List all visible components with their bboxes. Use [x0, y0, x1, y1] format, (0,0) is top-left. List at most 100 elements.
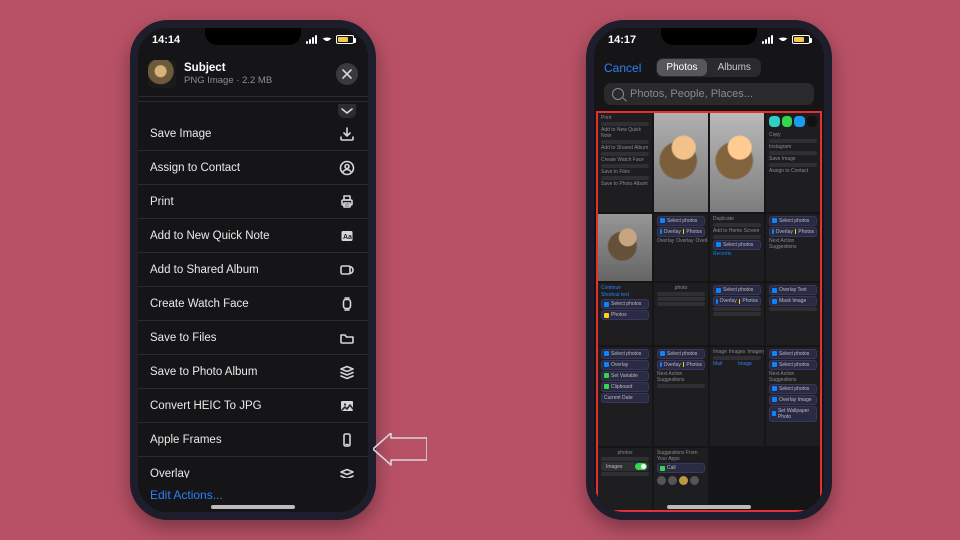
screenshot-thumb[interactable]: Copy Instagram Save Image Assign to Cont…	[766, 113, 820, 212]
screenshot-thumb[interactable]: photos Images	[598, 448, 652, 510]
share-sheet-header: Subject PNG Image · 2.2 MB	[138, 56, 368, 97]
phone-icon	[338, 432, 356, 448]
sheet-subtitle: PNG Image · 2.2 MB	[184, 75, 272, 86]
action-label: Overlay	[150, 468, 190, 479]
app-icon	[782, 116, 793, 127]
dog-photo-thumb[interactable]	[710, 113, 764, 212]
side-button	[831, 148, 832, 203]
action-overlay[interactable]: Overlay	[138, 457, 368, 478]
mute-switch	[586, 123, 587, 145]
action-assign-contact[interactable]: Assign to Contact	[138, 151, 368, 185]
close-button[interactable]	[336, 63, 358, 85]
home-indicator	[211, 505, 295, 509]
quicknote-icon: Aa	[338, 228, 356, 244]
action-shared-album[interactable]: Add to Shared Album	[138, 253, 368, 287]
screenshot-thumb[interactable]: Select photos OverlayPhotos	[710, 283, 764, 345]
status-icons	[762, 34, 810, 44]
signal-icon	[762, 34, 774, 44]
volume-down	[130, 200, 131, 235]
watch-icon	[338, 296, 356, 312]
phone-frame-right: 14:17 Cancel Photos Albums Photos, Peopl…	[586, 20, 832, 520]
dog-photo-thumb[interactable]	[598, 214, 652, 282]
picker-header: Cancel Photos Albums	[594, 56, 824, 83]
notch	[661, 28, 757, 45]
action-print[interactable]: Print	[138, 185, 368, 219]
battery-icon	[336, 35, 354, 44]
arrow-annotation	[373, 433, 427, 466]
signal-icon	[306, 34, 318, 44]
action-watch-face[interactable]: Create Watch Face	[138, 287, 368, 321]
image-icon	[338, 398, 356, 414]
photo-grid[interactable]: Print Add to New Quick Note Add to Share…	[598, 113, 820, 510]
side-button	[375, 148, 376, 203]
action-label: Add to Shared Album	[150, 264, 259, 276]
volume-up	[130, 158, 131, 193]
preview-thumbnail[interactable]	[148, 60, 176, 88]
action-label: Print	[150, 196, 174, 208]
status-time: 14:17	[608, 34, 636, 46]
search-placeholder: Photos, People, Places...	[630, 88, 753, 100]
action-convert-heic[interactable]: Convert HEIC To JPG	[138, 389, 368, 423]
mute-switch	[130, 123, 131, 145]
action-label: Add to New Quick Note	[150, 230, 270, 242]
app-icon	[769, 116, 780, 127]
action-label: Assign to Contact	[150, 162, 240, 174]
action-quick-note[interactable]: Add to New Quick Note Aa	[138, 219, 368, 253]
screenshot-thumb[interactable]: Continue Shortcut text Select photos Pho…	[598, 283, 652, 345]
screenshot-thumb[interactable]: Print Add to New Quick Note Add to Share…	[598, 113, 652, 212]
action-label: Apple Frames	[150, 434, 222, 446]
volume-down	[586, 200, 587, 235]
contact-icon	[338, 160, 356, 176]
screenshot-thumb[interactable]: Select photos OverlayPhotos Next Action …	[766, 214, 820, 282]
screenshot-thumb[interactable]: Overlay Text Mask Image	[766, 283, 820, 345]
app-icon	[807, 116, 818, 127]
tab-albums[interactable]: Albums	[708, 58, 761, 77]
action-apple-frames[interactable]: Apple Frames	[138, 423, 368, 457]
action-save-image[interactable]: Save Image	[138, 117, 368, 151]
overlay-icon	[338, 466, 356, 479]
action-label: Convert HEIC To JPG	[150, 400, 262, 412]
wifi-icon	[777, 38, 789, 45]
wifi-icon	[321, 38, 333, 45]
printer-icon	[338, 194, 356, 210]
svg-text:Aa: Aa	[343, 234, 352, 241]
screen-left: 14:14 Subject PNG Image · 2.2 MB	[138, 28, 368, 512]
cancel-button[interactable]: Cancel	[604, 61, 641, 75]
search-icon	[612, 88, 624, 100]
toggle-switch[interactable]	[635, 463, 647, 470]
action-save-files[interactable]: Save to Files	[138, 321, 368, 355]
collapsed-section[interactable]	[138, 101, 368, 117]
screenshot-thumb[interactable]: Select photos Select photos Next Action …	[766, 347, 820, 447]
status-time: 14:14	[152, 34, 180, 46]
shared-album-icon	[338, 262, 356, 278]
tab-photos[interactable]: Photos	[657, 59, 706, 76]
status-icons	[306, 34, 354, 44]
dog-photo-thumb[interactable]	[654, 113, 708, 212]
action-label: Save to Files	[150, 332, 216, 344]
phone-frame-left: 14:14 Subject PNG Image · 2.2 MB	[130, 20, 376, 520]
album-segmented-control[interactable]: Photos Albums	[656, 58, 761, 77]
screenshot-thumb[interactable]: ImageImagesImagery MailImage	[710, 347, 764, 447]
battery-icon	[792, 35, 810, 44]
sheet-title: Subject	[184, 62, 272, 75]
folder-icon	[338, 330, 356, 346]
action-label: Create Watch Face	[150, 298, 249, 310]
screen-right: 14:17 Cancel Photos Albums Photos, Peopl…	[594, 28, 824, 512]
action-save-photo-album[interactable]: Save to Photo Album	[138, 355, 368, 389]
stack-icon	[338, 364, 356, 380]
search-input[interactable]: Photos, People, Places...	[604, 83, 814, 105]
notch	[205, 28, 301, 45]
close-icon	[339, 66, 355, 82]
screenshot-thumb[interactable]: Select photos OverlayPhotos Next Action …	[654, 347, 708, 447]
action-list[interactable]: Save Image Assign to Contact Print Add t…	[138, 117, 368, 478]
screenshot-thumb[interactable]: Select photos Overlay Set Variable Clipb…	[598, 347, 652, 447]
screenshot-thumb[interactable]: Select photos OverlayPhotos OverlayOverl…	[654, 214, 708, 282]
chevron-icon	[338, 104, 356, 118]
screenshot-thumb[interactable]: photo	[654, 283, 708, 345]
app-icon	[794, 116, 805, 127]
volume-up	[586, 158, 587, 193]
home-indicator	[667, 505, 751, 509]
screenshot-thumb[interactable]: Suggestions From Your Apps Call	[654, 448, 708, 510]
action-label: Save to Photo Album	[150, 366, 257, 378]
screenshot-thumb[interactable]: Duplicate Add to Home Screen Select phot…	[710, 214, 764, 282]
